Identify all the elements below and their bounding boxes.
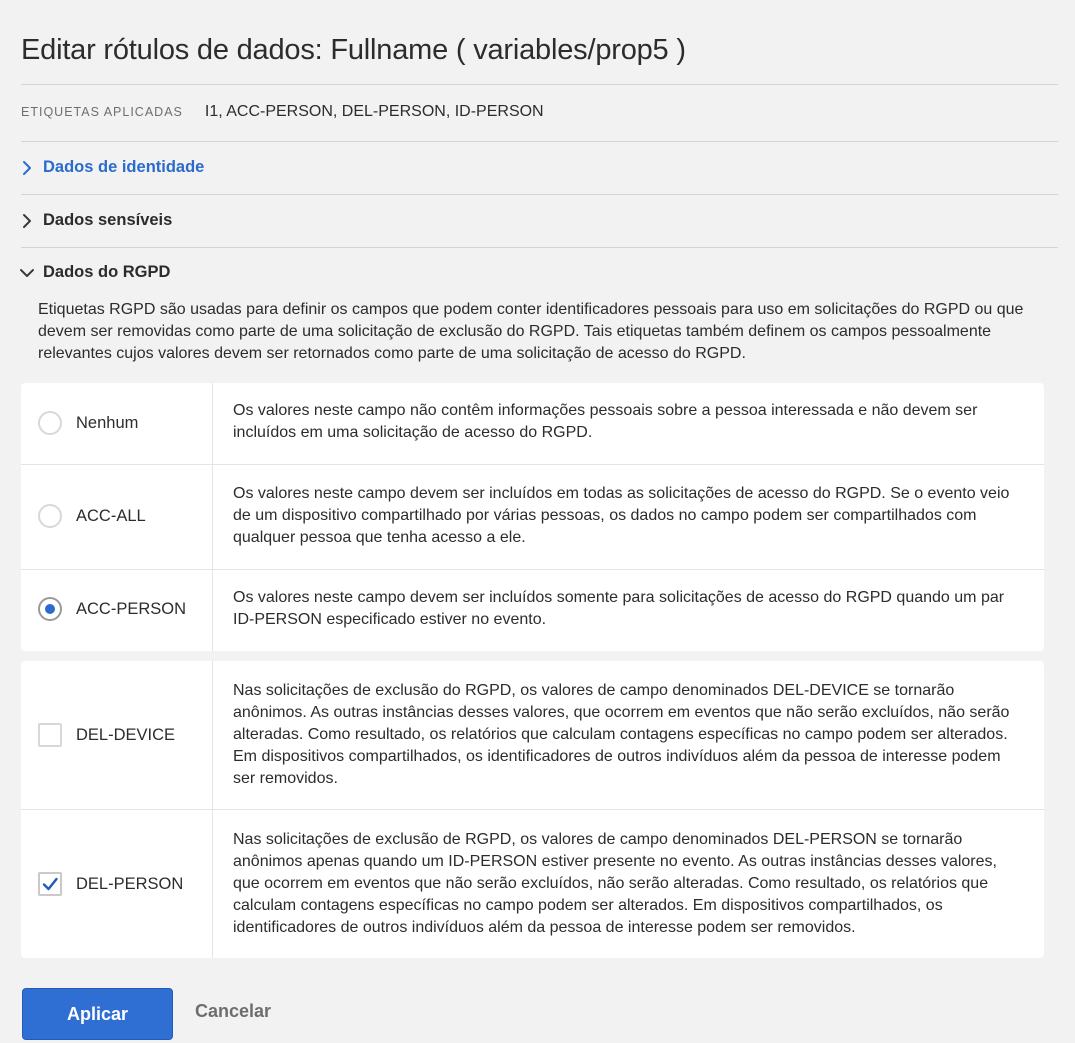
radio-button[interactable] — [38, 504, 62, 528]
section-sensitive-data-label: Dados sensíveis — [43, 211, 173, 229]
option-description: Nas solicitações de exclusão do RGPD, os… — [233, 682, 1010, 787]
option-row-acc-all: ACC-ALL Os valores neste campo devem ser… — [21, 464, 1044, 569]
option-row-del-device: DEL-DEVICE Nas solicitações de exclusão … — [21, 661, 1044, 809]
apply-button[interactable]: Aplicar — [22, 988, 173, 1040]
checkbox-del-device[interactable]: DEL-DEVICE — [38, 723, 175, 747]
divider — [21, 141, 1058, 142]
option-row-acc-person: ACC-PERSON Os valores neste campo devem … — [21, 569, 1044, 651]
chevron-right-icon — [19, 160, 35, 176]
applied-labels-key: ETIQUETAS APLICADAS — [21, 105, 183, 119]
edit-data-labels-dialog: Editar rótulos de dados: Fullname ( vari… — [0, 0, 1075, 1043]
option-description: Nas solicitações de exclusão de RGPD, os… — [233, 831, 997, 936]
option-description: Os valores neste campo devem ser incluíd… — [233, 485, 1010, 546]
section-identity-data-label: Dados de identidade — [43, 158, 205, 176]
option-label: DEL-DEVICE — [76, 725, 176, 744]
checkmark-icon — [42, 877, 58, 891]
section-gdpr-data-toggle[interactable]: Dados do RGPD — [19, 263, 170, 282]
divider — [21, 84, 1058, 85]
option-label: DEL-PERSON — [76, 874, 184, 893]
gdpr-description: Etiquetas RGPD são usadas para definir o… — [38, 301, 1024, 362]
radio-acc-all[interactable]: ACC-ALL — [38, 504, 146, 528]
applied-labels-value: I1, ACC-PERSON, DEL-PERSON, ID-PERSON — [204, 103, 544, 120]
radio-button-selected[interactable] — [38, 597, 62, 621]
option-row-del-person: DEL-PERSON Nas solicitações de exclusão … — [21, 809, 1044, 958]
dialog-title-field: Fullname ( variables/prop5 ) — [330, 34, 686, 66]
applied-labels: ETIQUETAS APLICADAS I1, ACC-PERSON, DEL-… — [21, 103, 544, 121]
option-label: Nenhum — [76, 413, 139, 432]
radio-none[interactable]: Nenhum — [38, 411, 138, 435]
option-label: ACC-PERSON — [76, 599, 187, 618]
checkbox[interactable] — [38, 723, 62, 747]
option-description: Os valores neste campo não contêm inform… — [233, 402, 978, 441]
divider — [21, 194, 1058, 195]
dialog-title-prefix: Editar rótulos de dados: — [21, 34, 331, 66]
section-identity-data-toggle[interactable]: Dados de identidade — [19, 158, 204, 177]
divider — [21, 247, 1058, 248]
checkbox-checked[interactable] — [38, 872, 62, 896]
checkbox-del-person[interactable]: DEL-PERSON — [38, 872, 183, 896]
access-options-card: Nenhum Os valores neste campo não contêm… — [21, 383, 1044, 651]
option-label: ACC-ALL — [76, 506, 146, 525]
radio-acc-person[interactable]: ACC-PERSON — [38, 597, 186, 621]
cancel-button[interactable]: Cancelar — [195, 1001, 271, 1022]
option-description: Os valores neste campo devem ser incluíd… — [233, 589, 1005, 628]
option-row-none: Nenhum Os valores neste campo não contêm… — [21, 383, 1044, 464]
dialog-title: Editar rótulos de dados: Fullname ( vari… — [21, 34, 686, 67]
chevron-down-icon — [19, 265, 35, 281]
section-sensitive-data-toggle[interactable]: Dados sensíveis — [19, 211, 172, 230]
section-gdpr-data-label: Dados do RGPD — [43, 263, 171, 281]
delete-options-card: DEL-DEVICE Nas solicitações de exclusão … — [21, 661, 1044, 958]
radio-button[interactable] — [38, 411, 62, 435]
chevron-right-icon — [19, 213, 35, 229]
